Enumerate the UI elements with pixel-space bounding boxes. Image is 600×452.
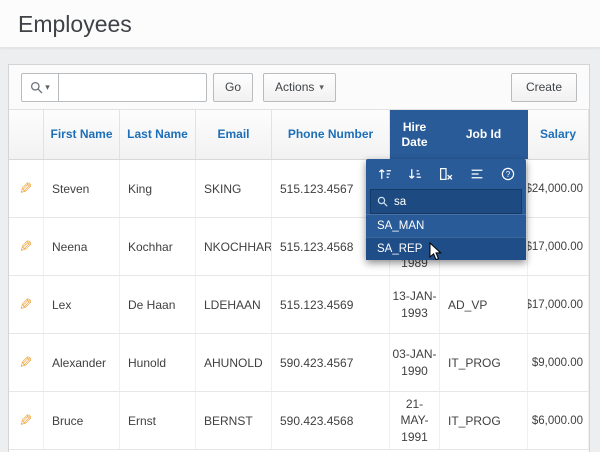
column-header-salary[interactable]: Salary [528,110,589,159]
go-button[interactable]: Go [213,72,254,102]
hide-column-icon[interactable] [438,166,455,183]
column-header-job-id[interactable]: Job Id [440,110,528,159]
cell-salary: $6,000.00 [528,392,589,449]
cell-first-name: Lex [44,276,120,333]
column-header-edit [9,110,44,159]
app-window: Employees ▾ Go Actions ▾ Create First Na… [0,0,600,452]
cell-job-id: IT_PROG [440,334,528,391]
edit-row-button[interactable]: ✎ [9,160,44,217]
cell-job-id: AD_VP [440,276,528,333]
cell-salary: $24,000.00 [528,160,589,217]
pencil-icon: ✎ [19,296,33,314]
cell-salary: $17,000.00 [528,218,589,275]
column-header-phone-number[interactable]: Phone Number [272,110,390,159]
page-header: Employees [0,0,600,48]
column-header-first-name[interactable]: First Name [44,110,120,159]
svg-text:?: ? [505,170,510,179]
cell-last-name: De Haan [120,276,196,333]
cell-salary: $9,000.00 [528,334,589,391]
grid-header-row: First Name Last Name Email Phone Number … [9,110,589,160]
cell-last-name: Ernst [120,392,196,449]
cell-hire-date: 03-JAN-1990 [390,334,440,391]
edit-row-button[interactable]: ✎ [9,218,44,275]
column-filter-input[interactable] [394,195,504,208]
actions-label: Actions [275,80,315,94]
help-icon[interactable]: ? [499,166,516,183]
chevron-down-icon: ▾ [45,81,50,92]
sort-ascending-icon[interactable] [376,166,393,183]
filter-value-item[interactable]: SA_REP [366,237,526,260]
search-icon [31,81,43,93]
search-options-button[interactable]: ▾ [21,72,59,102]
cell-phone-number: 590.423.4567 [272,334,390,391]
cell-phone-number: 515.123.4569 [272,276,390,333]
column-header-hire-date[interactable]: Hire Date [390,110,440,159]
pencil-icon: ✎ [19,354,33,372]
column-header-email[interactable]: Email [196,110,272,159]
chevron-down-icon: ▾ [319,81,324,92]
column-menu-search[interactable] [370,189,522,214]
cell-email: AHUNOLD [196,334,272,391]
cell-first-name: Neena [44,218,120,275]
cell-last-name: King [120,160,196,217]
column-menu-icon-bar: ? [366,159,526,189]
cell-email: BERNST [196,392,272,449]
control-break-icon[interactable] [468,166,485,183]
cell-email: LDEHAAN [196,276,272,333]
cell-first-name: Bruce [44,392,120,449]
sort-descending-icon[interactable] [407,166,424,183]
edit-row-button[interactable]: ✎ [9,392,44,449]
cell-salary: $17,000.00 [528,276,589,333]
cell-last-name: Hunold [120,334,196,391]
cell-first-name: Steven [44,160,120,217]
report-toolbar: ▾ Go Actions ▾ Create [9,65,589,110]
cell-phone-number: 590.423.4568 [272,392,390,449]
page-title: Employees [18,11,132,37]
table-row: ✎ Alexander Hunold AHUNOLD 590.423.4567 … [9,334,589,392]
filter-value-item[interactable]: SA_MAN [366,214,526,237]
edit-row-button[interactable]: ✎ [9,276,44,333]
cell-email: SKING [196,160,272,217]
pencil-icon: ✎ [19,180,33,198]
cell-email: NKOCHHAR [196,218,272,275]
column-header-menu: ? SA_MAN SA_REP [366,159,526,260]
table-row: ✎ Lex De Haan LDEHAAN 515.123.4569 13-JA… [9,276,589,334]
cell-hire-date: 13-JAN-1993 [390,276,440,333]
search-icon [377,196,388,207]
table-row: ✎ Bruce Ernst BERNST 590.423.4568 21-MAY… [9,392,589,450]
actions-button[interactable]: Actions ▾ [263,72,336,102]
edit-row-button[interactable]: ✎ [9,334,44,391]
search-input[interactable] [59,72,207,102]
cell-job-id: IT_PROG [440,392,528,449]
pencil-icon: ✎ [19,412,33,430]
pencil-icon: ✎ [19,238,33,256]
column-header-last-name[interactable]: Last Name [120,110,196,159]
create-button[interactable]: Create [510,72,577,102]
cell-last-name: Kochhar [120,218,196,275]
cell-first-name: Alexander [44,334,120,391]
cell-hire-date: 21-MAY-1991 [390,392,440,449]
